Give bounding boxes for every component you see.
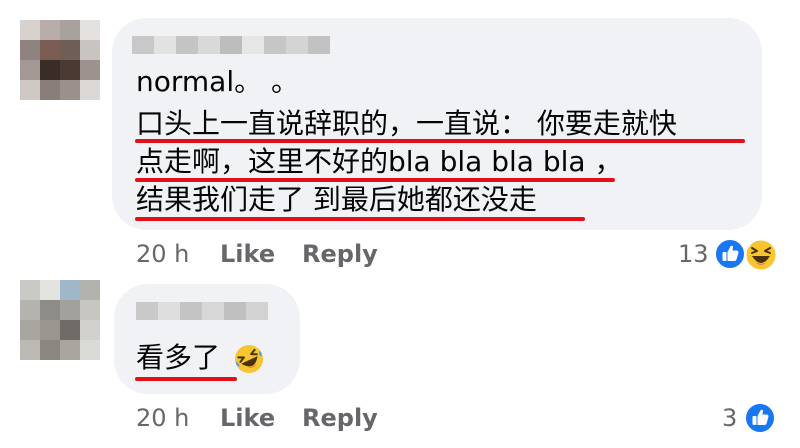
comment-text-line: normal。 。 — [136, 65, 300, 98]
comment-text-line: 口头上一直说辞职的，一直说： 你要走就快 — [136, 107, 677, 140]
comment-timestamp[interactable]: 20 h — [136, 240, 189, 268]
highlight-underline — [135, 139, 745, 143]
reaction-count[interactable]: 3 — [722, 404, 737, 432]
comment-actions: 20 h Like Reply — [0, 404, 800, 436]
like-button[interactable]: Like — [220, 404, 275, 432]
commenter-name[interactable] — [132, 36, 330, 54]
like-icon — [744, 402, 776, 434]
highlight-underline — [135, 217, 585, 221]
reply-button[interactable]: Reply — [302, 240, 378, 268]
like-button[interactable]: Like — [220, 240, 275, 268]
like-icon — [714, 238, 746, 270]
comment-text-line: 点走啊，这里不好的bla bla bla bla ， — [136, 145, 623, 178]
highlight-underline — [135, 377, 237, 381]
comment-text-line: 看多了 — [136, 341, 221, 374]
avatar[interactable] — [20, 280, 100, 360]
reaction-count[interactable]: 13 — [678, 240, 709, 268]
avatar[interactable] — [20, 20, 100, 100]
reply-button[interactable]: Reply — [302, 404, 378, 432]
comment-text-line: 结果我们走了 到最后她都还没走 — [136, 183, 537, 216]
comment-timestamp[interactable]: 20 h — [136, 404, 189, 432]
haha-icon — [744, 238, 778, 272]
commenter-name[interactable] — [136, 302, 268, 320]
rofl-emoji — [232, 342, 266, 376]
